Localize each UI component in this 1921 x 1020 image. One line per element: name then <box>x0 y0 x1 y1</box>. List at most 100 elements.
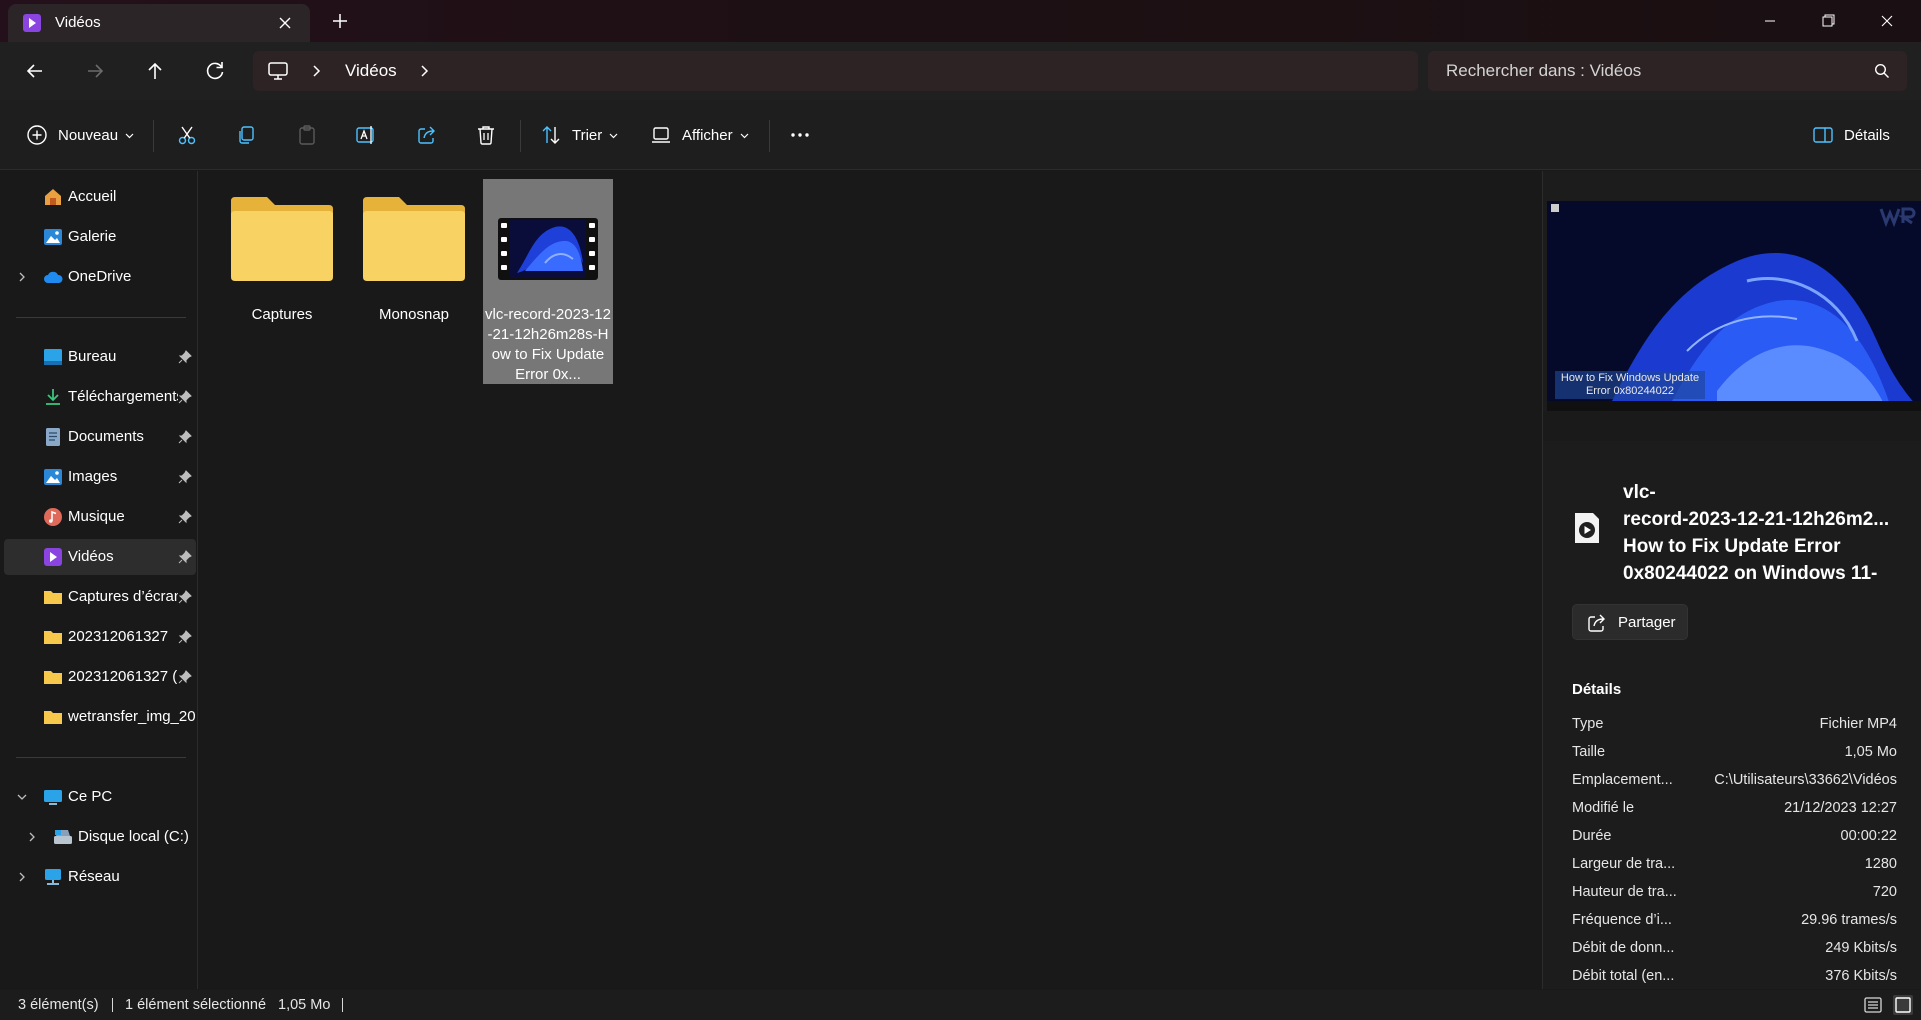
sidebar-item-videos[interactable]: Vidéos <box>4 539 196 575</box>
folder-icon <box>44 711 62 724</box>
computer-icon[interactable] <box>267 60 289 82</box>
copy-button[interactable] <box>235 118 257 152</box>
sidebar-item-202312061327[interactable]: 202312061327 <box>4 619 196 655</box>
back-icon[interactable] <box>20 56 50 86</box>
drive-icon <box>54 830 72 844</box>
sidebar-item-documents[interactable]: Documents <box>4 419 196 455</box>
restore-icon[interactable] <box>1805 6 1851 36</box>
share-label: Partager <box>1618 614 1676 631</box>
chevron-right-icon[interactable] <box>16 271 28 283</box>
folder-icon <box>44 631 62 644</box>
sidebar-item-label: Accueil <box>68 188 117 205</box>
sidebar-item-disque-local[interactable]: Disque local (C:) <box>4 819 196 855</box>
sort-button[interactable]: Trier <box>540 118 618 152</box>
toolbar-divider <box>520 120 521 152</box>
onedrive-icon <box>44 271 63 283</box>
pin-icon[interactable] <box>178 350 192 364</box>
chevron-right-icon[interactable] <box>16 871 28 883</box>
toolbar-divider <box>769 120 770 152</box>
command-bar: Nouveau Trier Afficher Détails <box>0 100 1921 170</box>
tiles-view-icon[interactable] <box>1892 994 1914 1016</box>
property-row: Hauteur de tra... 720 <box>1572 884 1897 912</box>
sidebar-item-accueil[interactable]: Accueil <box>4 179 196 215</box>
status-divider <box>342 998 343 1012</box>
details-pane-button[interactable]: Détails <box>1812 118 1890 152</box>
details-file-name: vlc- record-2023-12-21-12h26m2... How to… <box>1623 482 1890 584</box>
breadcrumb-videos[interactable]: Vidéos <box>345 61 397 81</box>
sidebar-item-galerie[interactable]: Galerie <box>4 219 196 255</box>
sidebar-item-label: Captures d’écran <box>68 588 178 605</box>
property-value: 1,05 Mo <box>1844 744 1897 760</box>
chevron-down-icon[interactable] <box>16 791 28 803</box>
paste-button[interactable] <box>296 118 318 152</box>
sidebar-divider <box>16 757 186 758</box>
delete-button[interactable] <box>475 118 497 152</box>
sidebar-item-ce-pc[interactable]: Ce PC <box>4 779 196 815</box>
address-bar[interactable]: Vidéos <box>253 51 1418 91</box>
videos-icon <box>44 548 62 566</box>
file-item-vlc-record[interactable]: vlc-record-2023-12-21-12h26m28s-How to F… <box>483 179 613 384</box>
property-row: Taille 1,05 Mo <box>1572 744 1897 772</box>
file-list: Captures Monosnap vlc-record-2023-12-21-… <box>199 171 1541 989</box>
search-input[interactable] <box>1446 51 1866 91</box>
close-window-icon[interactable] <box>1864 6 1910 36</box>
sidebar-item-label: 202312061327 ( <box>68 668 178 685</box>
file-item-captures[interactable]: Captures <box>217 179 347 384</box>
view-icon <box>652 127 670 143</box>
sidebar-item-label: Ce PC <box>68 788 113 805</box>
search-icon[interactable] <box>1874 63 1890 79</box>
forward-icon[interactable] <box>80 56 110 86</box>
property-key: Type <box>1572 716 1604 732</box>
pin-icon[interactable] <box>178 430 192 444</box>
folder-icon <box>44 591 62 604</box>
rename-button[interactable] <box>355 118 377 152</box>
chevron-right-icon[interactable] <box>309 63 323 79</box>
file-name: Captures <box>251 306 313 323</box>
pin-icon[interactable] <box>178 550 192 564</box>
pin-icon[interactable] <box>178 390 192 404</box>
property-value: 720 <box>1872 884 1897 900</box>
desktop-icon <box>44 349 62 365</box>
view-label: Afficher <box>682 126 733 144</box>
pin-icon[interactable] <box>178 470 192 484</box>
property-value: 376 Kbits/s <box>1825 968 1897 984</box>
sidebar-item-reseau[interactable]: Réseau <box>4 859 196 895</box>
sidebar-item-wetransfer[interactable]: wetransfer_img_202 <box>4 699 196 735</box>
pin-icon[interactable] <box>178 630 192 644</box>
sidebar-item-202312061327-copy[interactable]: 202312061327 ( <box>4 659 196 695</box>
details-view-icon[interactable] <box>1862 994 1884 1016</box>
refresh-icon[interactable] <box>200 56 230 86</box>
more-options-button[interactable] <box>789 118 811 152</box>
property-value: 1280 <box>1864 856 1897 872</box>
file-item-monosnap[interactable]: Monosnap <box>349 179 479 384</box>
sort-label: Trier <box>572 126 603 144</box>
property-row: Type Fichier MP4 <box>1572 716 1897 744</box>
cut-button[interactable] <box>176 118 198 152</box>
chevron-right-icon[interactable] <box>417 63 431 79</box>
share-toolbar-button[interactable] <box>416 118 438 152</box>
selection-size: 1,05 Mo <box>278 997 331 1013</box>
minimize-icon[interactable] <box>1747 6 1793 36</box>
file-name: vlc-record-2023-12-21-12h26m28s-How to F… <box>485 306 611 383</box>
sidebar-item-musique[interactable]: Musique <box>4 499 196 535</box>
view-button[interactable]: Afficher <box>650 118 749 152</box>
search-box[interactable] <box>1428 51 1907 91</box>
pin-icon[interactable] <box>178 670 192 684</box>
tab-videos[interactable]: Vidéos <box>8 4 310 42</box>
new-tab-icon[interactable] <box>330 11 350 31</box>
sidebar-item-telechargements[interactable]: Téléchargements <box>4 379 196 415</box>
up-icon[interactable] <box>140 56 170 86</box>
property-row: Modifié le 21/12/2023 12:27 <box>1572 800 1897 828</box>
sidebar-item-onedrive[interactable]: OneDrive <box>4 259 196 295</box>
sidebar-item-images[interactable]: Images <box>4 459 196 495</box>
share-button[interactable]: Partager <box>1572 604 1688 640</box>
sidebar-item-captures-ecran[interactable]: Captures d’écran <box>4 579 196 615</box>
close-tab-icon[interactable] <box>274 12 296 34</box>
pin-icon[interactable] <box>178 590 192 604</box>
pin-icon[interactable] <box>178 510 192 524</box>
chevron-right-icon[interactable] <box>26 831 38 843</box>
details-pane: How to Fix Windows Update Error 0x802440… <box>1542 171 1921 989</box>
gallery-icon <box>44 229 62 245</box>
new-button[interactable]: Nouveau <box>26 118 134 152</box>
sidebar-item-bureau[interactable]: Bureau <box>4 339 196 375</box>
